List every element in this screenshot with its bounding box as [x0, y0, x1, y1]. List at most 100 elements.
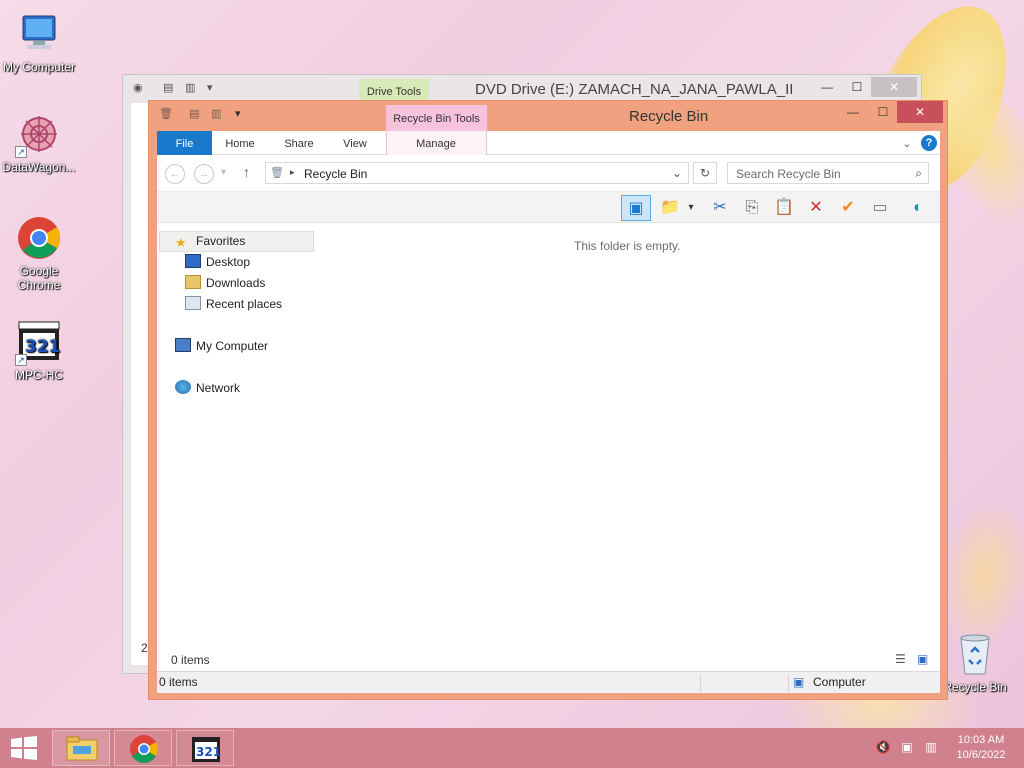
nav-item-desktop[interactable]: Desktop	[185, 252, 250, 272]
new-folder-icon[interactable]: ▥	[211, 107, 221, 123]
start-button[interactable]	[10, 736, 38, 760]
clock-time: 10:03 AM	[957, 734, 1005, 746]
recent-places-icon	[185, 296, 201, 310]
datawagon-icon: ↗	[15, 110, 63, 158]
search-input[interactable]: Search Recycle Bin ⌕	[727, 162, 929, 184]
nav-item-favorites[interactable]: ★ Favorites	[175, 231, 245, 251]
back-button[interactable]: ←	[165, 164, 185, 184]
computer-icon: ▣	[793, 675, 805, 689]
taskbar-chrome[interactable]	[114, 730, 172, 766]
properties-icon[interactable]: ▤	[163, 81, 173, 97]
maximize-button[interactable]: ☐	[843, 77, 871, 97]
desktop-icon-my-computer[interactable]: My Computer	[0, 10, 79, 74]
nav-item-label: Downloads	[206, 276, 266, 290]
properties-icon[interactable]: ▤	[189, 107, 199, 123]
rename-icon[interactable]: ▭	[867, 195, 893, 221]
recycle-bin-small-icon: 🗑	[270, 167, 284, 179]
search-icon[interactable]: ⌕	[915, 166, 922, 181]
desktop-icon-mpc-hc[interactable]: 321 ↗ MPC-HC	[0, 318, 79, 382]
file-explorer-icon	[66, 736, 98, 761]
minimize-button[interactable]: —	[813, 77, 841, 97]
paste-icon[interactable]: 📋	[771, 195, 797, 221]
mpc-hc-icon: 321	[192, 737, 221, 762]
nav-item-label: Recent places	[206, 297, 283, 311]
copy-icon[interactable]: ⎘	[739, 195, 765, 221]
forward-button[interactable]: →	[194, 164, 214, 184]
tab-view[interactable]: View	[333, 131, 377, 155]
recycle-bin-icon	[951, 630, 999, 678]
tab-share[interactable]: Share	[275, 131, 323, 155]
mpc-hc-icon: 321 ↗	[15, 318, 63, 366]
qat-dropdown-icon[interactable]: ▾	[235, 107, 241, 123]
tab-home[interactable]: Home	[217, 131, 263, 155]
chrome-icon	[130, 735, 158, 763]
search-placeholder: Search Recycle Bin	[736, 167, 841, 181]
recent-locations-dropdown-icon[interactable]: ▾	[221, 167, 226, 178]
address-dropdown-icon[interactable]: ⌄	[672, 166, 682, 180]
desktop-icon-google-chrome[interactable]: Google Chrome	[0, 214, 79, 292]
desktop-icon-datawagon[interactable]: ↗ DataWagon...	[0, 110, 79, 174]
command-toolbar: ▣ 📁 ▾ ✂ ⎘ 📋 ✕ ✔ ▭ ◐	[157, 191, 940, 223]
title-bar[interactable]: ◉ ▤ ▥ ▾ Drive Tools DVD Drive (E:) ZAMAC…	[123, 75, 921, 103]
up-button[interactable]: ↑	[243, 164, 250, 180]
windows-logo-icon	[11, 736, 37, 760]
preview-pane-icon[interactable]: ▣	[621, 195, 651, 221]
desktop-icon-label: Google Chrome	[17, 264, 61, 292]
recycle-bin-tools-tab[interactable]: Recycle Bin Tools	[386, 105, 487, 132]
downloads-icon	[185, 275, 201, 289]
close-button[interactable]: ✕	[897, 101, 943, 123]
shell-icon[interactable]: ◐	[905, 195, 931, 221]
tab-manage[interactable]: Manage	[401, 131, 471, 155]
folder-options-dropdown-icon[interactable]: ▾	[685, 195, 697, 221]
taskbar-mpc-hc[interactable]: 321	[176, 730, 234, 766]
qat-dropdown-icon[interactable]: ▾	[207, 81, 213, 97]
title-bar[interactable]: 🗑 ▤ ▥ ▾ Recycle Bin Tools Recycle Bin — …	[149, 101, 947, 132]
network-status-icon[interactable]: ▥	[922, 740, 940, 756]
status-item-count: 0 items	[159, 675, 198, 689]
nav-item-downloads[interactable]: Downloads	[185, 273, 265, 293]
status-location: Computer	[813, 675, 866, 689]
nav-item-recent-places[interactable]: Recent places	[185, 294, 282, 314]
details-view-icon[interactable]: ☰	[895, 652, 906, 666]
nav-item-label: Favorites	[196, 234, 246, 248]
nav-item-label: Network	[196, 381, 241, 395]
breadcrumb-chevron-icon[interactable]: ▸	[290, 167, 295, 178]
desktop-icon	[185, 254, 201, 268]
maximize-button[interactable]: ☐	[869, 101, 897, 123]
power-icon[interactable]: ▣	[898, 740, 916, 756]
shortcut-arrow-icon: ↗	[15, 146, 27, 158]
nav-item-label: My Computer	[196, 339, 269, 353]
large-icons-view-icon[interactable]: ▣	[917, 652, 928, 666]
new-folder-icon[interactable]: ▥	[185, 81, 195, 97]
help-icon[interactable]: ?	[921, 135, 937, 151]
folder-options-icon[interactable]: 📁	[657, 195, 683, 221]
close-button[interactable]: ✕	[871, 77, 917, 97]
computer-icon	[175, 338, 191, 352]
navigation-pane: ★ Favorites Desktop Downloads Recent plac…	[157, 231, 317, 651]
volume-muted-icon[interactable]: 🔇	[874, 740, 892, 756]
nav-item-my-computer[interactable]: My Computer	[175, 336, 268, 356]
recycle-bin-small-icon[interactable]: 🗑	[159, 107, 173, 123]
cut-icon[interactable]: ✂	[707, 195, 733, 221]
nav-item-network[interactable]: Network	[175, 378, 240, 398]
expand-ribbon-icon[interactable]: ⌄	[899, 131, 915, 155]
svg-text:321: 321	[196, 745, 221, 759]
address-field[interactable]: 🗑 ▸ Recycle Bin ⌄	[265, 162, 689, 184]
status-bar: 0 items ▣ Computer	[157, 671, 940, 693]
select-all-icon[interactable]: ✔	[835, 195, 861, 221]
window-client: File Home Share View Manage ⌄ ? ← → ▾ ↑ …	[157, 131, 940, 693]
refresh-button[interactable]: ↻	[693, 162, 717, 184]
address-text: Recycle Bin	[304, 167, 368, 181]
inner-item-count: 0 items	[171, 653, 210, 667]
ribbon-tabs: File Home Share View Manage ⌄ ?	[157, 131, 940, 155]
taskbar-file-explorer[interactable]	[52, 730, 110, 766]
tab-file[interactable]: File	[157, 131, 212, 155]
minimize-button[interactable]: —	[839, 101, 867, 123]
system-menu-icon[interactable]: ◉	[133, 81, 143, 97]
recycle-bin-window[interactable]: 🗑 ▤ ▥ ▾ Recycle Bin Tools Recycle Bin — …	[148, 100, 948, 700]
desktop-icon-label: MPC-HC	[15, 368, 63, 382]
clock[interactable]: 10:03 AM 10/6/2022	[950, 733, 1012, 763]
network-icon	[175, 380, 191, 394]
delete-icon[interactable]: ✕	[803, 195, 829, 221]
window-title: Recycle Bin	[629, 108, 709, 125]
